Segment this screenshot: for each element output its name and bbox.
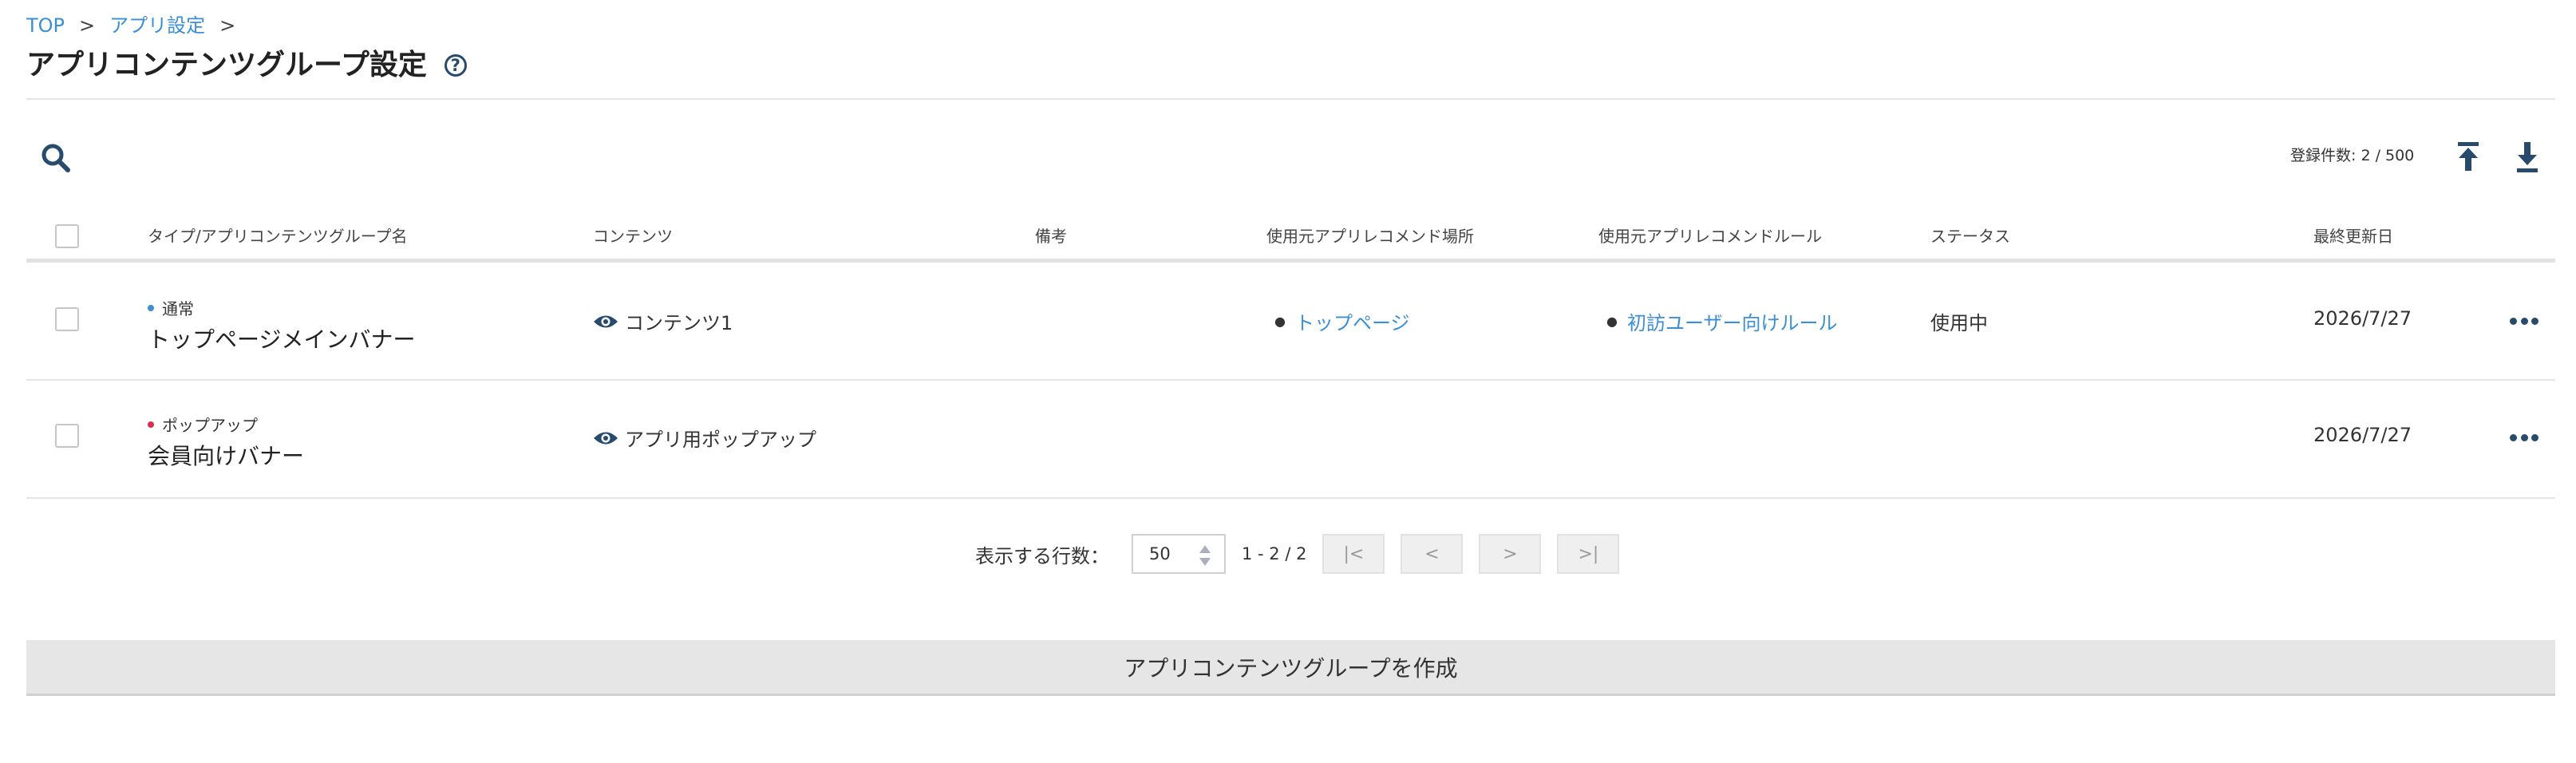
eye-icon[interactable] — [593, 429, 618, 447]
content-name: コンテンツ1 — [625, 312, 733, 334]
row-checkbox[interactable] — [55, 307, 79, 331]
column-header-notes[interactable]: 備考 — [1035, 214, 1067, 259]
content-cell[interactable]: アプリ用ポップアップ — [593, 424, 816, 452]
help-icon[interactable]: ? — [444, 54, 467, 77]
placement-cell: ● トップページ — [1274, 307, 1410, 335]
first-page-button[interactable]: |< — [1322, 534, 1385, 574]
table-row[interactable]: 通常 トップページメインバナー コンテンツ1 ● トップページ ● 初訪ユーザー… — [26, 263, 2555, 381]
header-divider — [26, 98, 2555, 100]
type-name-cell: ポップアップ 会員向けバナー — [148, 413, 304, 471]
column-header-status[interactable]: ステータス — [1930, 214, 2010, 259]
search-icon[interactable] — [40, 142, 72, 174]
table-header: タイプ/アプリコンテンツグループ名 コンテンツ 備考 使用元アプリレコメンド場所… — [26, 214, 2555, 259]
prev-page-button[interactable]: < — [1401, 534, 1464, 574]
column-header-rules[interactable]: 使用元アプリレコメンドルール — [1598, 214, 1822, 259]
column-header-type-name[interactable]: タイプ/アプリコンテンツグループ名 — [148, 214, 408, 259]
page-range: 1 - 2 / 2 — [1242, 544, 1307, 563]
group-name[interactable]: トップページメインバナー — [148, 322, 415, 354]
breadcrumb: TOP > アプリ設定 > — [26, 11, 250, 40]
breadcrumb-app-settings-link[interactable]: アプリ設定 — [109, 11, 205, 40]
type-text: 通常 — [162, 299, 194, 318]
column-header-contents[interactable]: コンテンツ — [593, 214, 673, 259]
next-page-button[interactable]: > — [1479, 534, 1542, 574]
row-checkbox[interactable] — [55, 424, 79, 448]
record-count: 登録件数: 2 / 500 — [2290, 147, 2415, 164]
status-cell: 使用中 — [1930, 312, 1988, 334]
rows-per-page-label: 表示する行数： — [975, 544, 1109, 567]
page-title: アプリコンテンツグループ設定 — [26, 49, 427, 81]
rows-per-page-select[interactable]: 50 — [1132, 534, 1226, 574]
eye-icon[interactable] — [593, 313, 618, 330]
upload-icon[interactable] — [2455, 140, 2482, 174]
type-dot-icon — [148, 421, 154, 428]
type-label: 通常 — [148, 296, 415, 319]
download-icon[interactable] — [2514, 140, 2541, 174]
type-name-cell: 通常 トップページメインバナー — [148, 296, 415, 354]
pagination: 表示する行数： 50 1 - 2 / 2 |< < > >| — [975, 533, 1635, 575]
spinner-arrows-icon[interactable] — [1199, 544, 1211, 567]
breadcrumb-separator: > — [219, 14, 236, 37]
type-text: ポップアップ — [162, 416, 258, 435]
rule-cell: ● 初訪ユーザー向けルール — [1606, 307, 1838, 335]
updated-date: 2026/7/27 — [2313, 307, 2412, 330]
breadcrumb-separator: > — [79, 14, 96, 37]
select-all-checkbox[interactable] — [55, 224, 79, 248]
rows-per-page-value: 50 — [1149, 544, 1171, 563]
rule-link[interactable]: 初訪ユーザー向けルール — [1627, 307, 1838, 335]
breadcrumb-top-link[interactable]: TOP — [26, 11, 65, 40]
type-label: ポップアップ — [148, 413, 304, 436]
table-row[interactable]: ポップアップ 会員向けバナー アプリ用ポップアップ 2026/7/27 — [26, 381, 2555, 499]
content-name: アプリ用ポップアップ — [625, 429, 816, 451]
last-page-button[interactable]: >| — [1557, 534, 1620, 574]
column-header-updated[interactable]: 最終更新日 — [2313, 214, 2393, 259]
group-name[interactable]: 会員向けバナー — [148, 439, 304, 471]
create-group-button[interactable]: アプリコンテンツグループを作成 — [26, 640, 2555, 696]
page-header: アプリコンテンツグループ設定 ? — [26, 45, 467, 86]
type-dot-icon — [148, 304, 154, 311]
app-content-group-settings-page: TOP > アプリ設定 > アプリコンテンツグループ設定 ? 登録件数: 2 /… — [0, 0, 2576, 763]
placement-link[interactable]: トップページ — [1295, 307, 1410, 335]
updated-date: 2026/7/27 — [2313, 424, 2412, 446]
more-actions-icon[interactable] — [2510, 432, 2538, 443]
content-cell[interactable]: コンテンツ1 — [593, 307, 733, 335]
column-header-placements[interactable]: 使用元アプリレコメンド場所 — [1266, 214, 1474, 259]
more-actions-icon[interactable] — [2510, 315, 2538, 326]
